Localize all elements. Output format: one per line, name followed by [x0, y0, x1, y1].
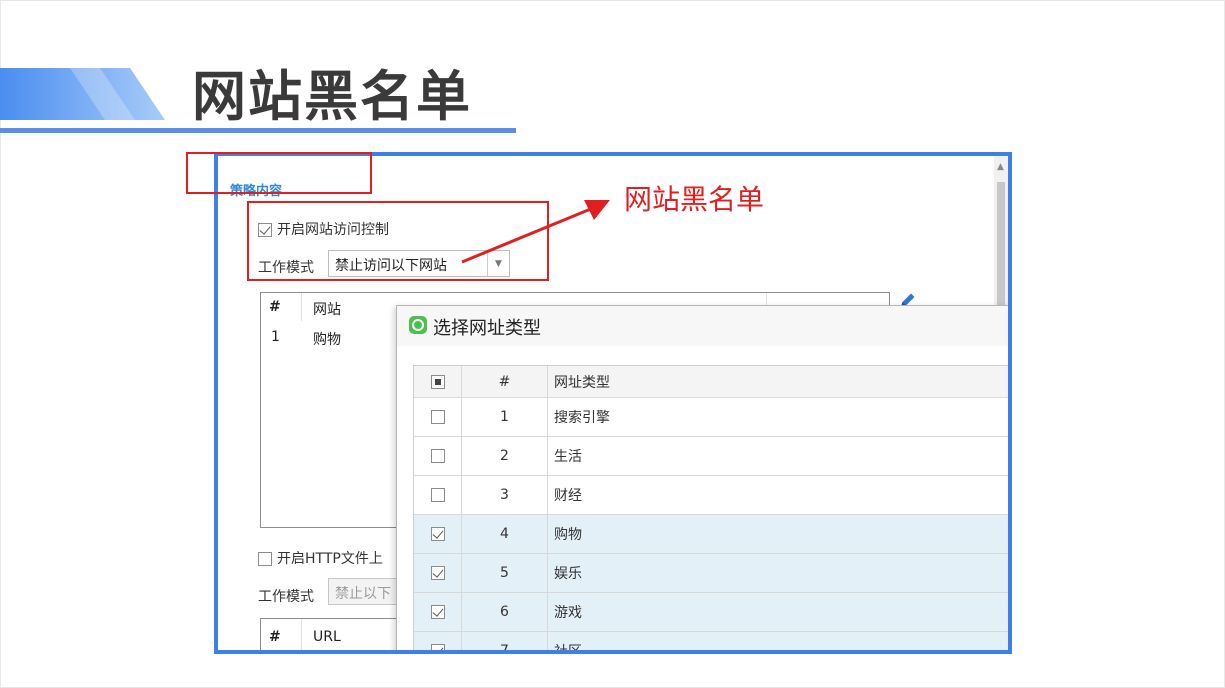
row-num: 7: [462, 632, 548, 650]
header-accent-band: [0, 68, 165, 120]
row-num: 5: [462, 554, 548, 592]
row-url-type: 生活: [554, 449, 582, 465]
callout-arrow: [461, 200, 610, 264]
work-mode-label-2: 工作模式: [258, 589, 314, 605]
row-num: 6: [462, 593, 548, 631]
column-header-num: #: [269, 629, 281, 645]
column-header-site: 网站: [313, 302, 341, 318]
row-checkbox[interactable]: [430, 527, 445, 541]
select-all-checkbox[interactable]: [430, 374, 445, 389]
highlight-box-dialog-title: [186, 152, 372, 194]
scrollbar-thumb[interactable]: [997, 182, 1005, 312]
row-checkbox[interactable]: [430, 449, 445, 463]
row-checkbox[interactable]: [430, 566, 445, 580]
row-num: 4: [462, 515, 548, 553]
select-url-type-dialog: 选择网址类型 # 网址类型 1 搜索引擎 2 生活 3 财经 4 购物 5 娱乐 6 游戏 7 社区: [396, 305, 1008, 654]
dialog-titlebar: 选择网址类型: [397, 306, 1008, 346]
row-num: 3: [462, 476, 548, 514]
table-row[interactable]: 5 娱乐: [414, 554, 1008, 593]
column-header-num: #: [462, 366, 548, 397]
row-url-type: 社区: [554, 644, 582, 654]
row-url-type: 娱乐: [554, 566, 582, 582]
row-url-type: 财经: [554, 488, 582, 504]
checkbox-icon[interactable]: [258, 552, 272, 566]
row-num: 1: [462, 398, 548, 436]
dialog-title: 选择网址类型: [433, 318, 541, 339]
column-header-url: URL: [313, 629, 341, 645]
scroll-up-icon[interactable]: ▲: [997, 162, 1004, 172]
table-row[interactable]: 1 搜索引擎: [414, 398, 1008, 437]
table-row-site[interactable]: 购物: [313, 329, 341, 349]
row-url-type: 游戏: [554, 605, 582, 621]
grid-header-row: # 网址类型: [414, 366, 1008, 398]
callout-text: 网站黑名单: [624, 183, 765, 216]
row-checkbox[interactable]: [430, 488, 445, 502]
policy-screenshot: 策略内容 开启网站访问控制 工作模式 禁止访问以下网站 ▼ 网站黑名单 # 网站…: [214, 152, 1012, 654]
row-url-type: 搜索引擎: [554, 410, 610, 426]
row-url-type: 购物: [554, 527, 582, 543]
url-type-grid: # 网址类型 1 搜索引擎 2 生活 3 财经 4 购物 5 娱乐 6 游戏 7 社区: [413, 365, 1008, 654]
row-checkbox[interactable]: [430, 644, 445, 650]
enable-http-upload-label: 开启HTTP文件上: [277, 551, 383, 567]
table-row[interactable]: 7 社区: [414, 632, 1008, 654]
enable-http-upload-row[interactable]: 开启HTTP文件上: [258, 548, 383, 568]
table-row[interactable]: 3 财经: [414, 476, 1008, 515]
title-underline: [0, 128, 516, 133]
table-row-num: 1: [271, 329, 280, 345]
table-row[interactable]: 2 生活: [414, 437, 1008, 476]
work-mode-value-2: 禁止以下: [335, 586, 391, 602]
slide-title: 网站黑名单: [192, 65, 472, 128]
table-row[interactable]: 6 游戏: [414, 593, 1008, 632]
column-header-num: #: [269, 299, 281, 315]
row-checkbox[interactable]: [430, 605, 445, 619]
row-checkbox[interactable]: [430, 410, 445, 424]
row-num: 2: [462, 437, 548, 475]
dialog-app-icon: [409, 316, 427, 334]
table-row[interactable]: 4 购物: [414, 515, 1008, 554]
column-header-type: 网址类型: [554, 374, 610, 391]
